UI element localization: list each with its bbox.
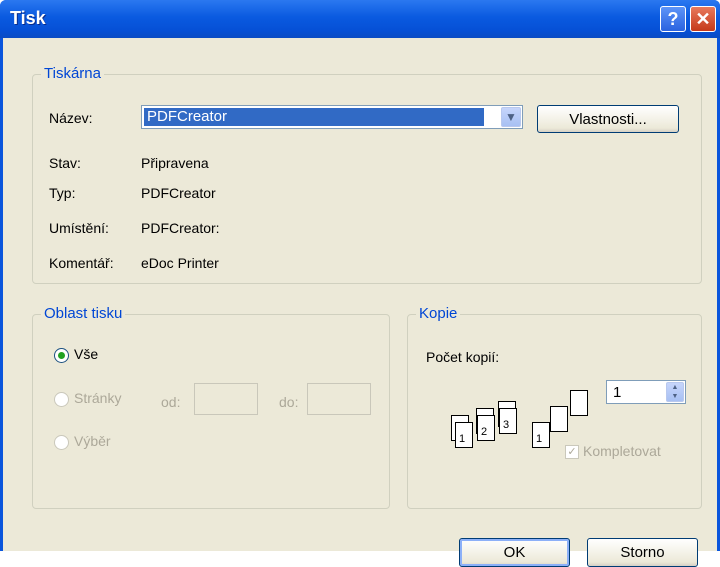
close-button[interactable]: ✕ <box>690 6 716 32</box>
collate-checkbox[interactable]: ✓ <box>565 445 579 459</box>
help-button[interactable]: ? <box>660 6 686 32</box>
printer-select-value: PDFCreator <box>144 108 484 126</box>
stepper-arrows-icon[interactable]: ▲ ▼ <box>666 382 684 402</box>
printer-select[interactable]: PDFCreator ▼ <box>141 105 523 129</box>
copies-count-label: Počet kopií: <box>426 349 500 365</box>
type-label: Typ: <box>49 185 76 201</box>
to-label: do: <box>279 394 299 410</box>
range-selection-label: Výběr <box>74 433 111 449</box>
help-icon: ? <box>667 8 679 29</box>
range-all-radio[interactable] <box>54 348 69 363</box>
status-label: Stav: <box>49 155 81 171</box>
range-pages-radio[interactable] <box>54 392 69 407</box>
close-icon: ✕ <box>695 8 711 29</box>
comment-label: Komentář: <box>49 255 114 271</box>
title-bar[interactable]: Tisk ? ✕ <box>0 0 720 38</box>
ok-button[interactable]: OK <box>459 538 570 567</box>
printer-name-label: Název: <box>49 110 93 126</box>
from-input[interactable] <box>194 383 258 415</box>
from-label: od: <box>161 394 181 410</box>
location-label: Umístění: <box>49 220 109 236</box>
copies-count-stepper[interactable]: 1 ▲ ▼ <box>606 380 686 404</box>
cancel-button[interactable]: Storno <box>587 538 698 567</box>
range-selection-radio[interactable] <box>54 435 69 450</box>
window-title: Tisk <box>10 8 46 28</box>
comment-value: eDoc Printer <box>141 255 219 271</box>
print-dialog: Tisk ? ✕ Tiskárna Název: PDFCreator ▼ Vl… <box>0 0 720 567</box>
collate-label: Kompletovat <box>583 443 661 459</box>
printer-group-label: Tiskárna <box>41 65 104 82</box>
dialog-body: Tiskárna Název: PDFCreator ▼ Vlastnosti.… <box>3 38 717 567</box>
properties-button[interactable]: Vlastnosti... <box>537 105 679 133</box>
status-value: Připravena <box>141 155 209 171</box>
copies-count-value: 1 <box>613 384 622 401</box>
range-pages-label: Stránky <box>74 390 122 406</box>
print-range-group-label: Oblast tisku <box>41 305 126 322</box>
range-all-label: Vše <box>74 346 99 362</box>
chevron-down-icon[interactable]: ▼ <box>501 107 521 127</box>
location-value: PDFCreator: <box>141 220 220 236</box>
copies-group-label: Kopie <box>416 305 461 322</box>
type-value: PDFCreator <box>141 185 216 201</box>
to-input[interactable] <box>307 383 371 415</box>
